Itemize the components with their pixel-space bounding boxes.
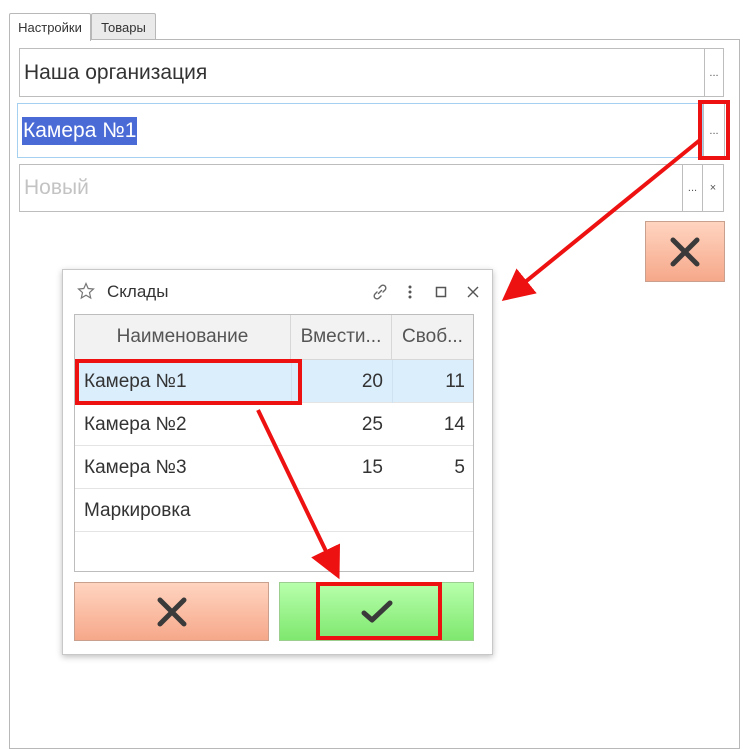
arrow-to-dialog <box>501 138 702 302</box>
tab-settings[interactable]: Настройки <box>9 13 91 41</box>
annotation-arrows <box>256 138 702 580</box>
arrow-to-ok <box>256 409 341 580</box>
